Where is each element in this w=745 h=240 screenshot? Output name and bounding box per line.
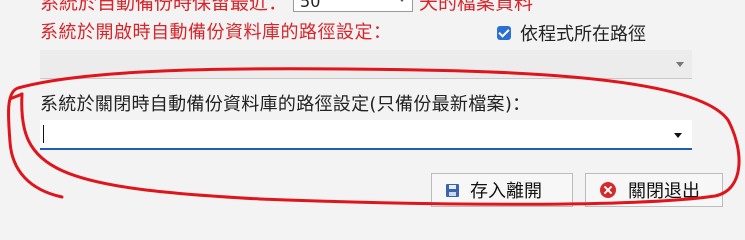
chevron-down-icon: [398, 0, 407, 2]
use-program-path-option[interactable]: 依程式所在路徑: [497, 20, 646, 46]
floppy-disk-icon: [446, 183, 459, 197]
close-backup-path-combobox[interactable]: [40, 120, 692, 150]
close-backup-path-label: 系統於關閉時自動備份資料庫的路徑設定(只備份最新檔案)：: [40, 94, 531, 115]
keep-days-value: 50: [300, 0, 321, 11]
close-circle-icon: [600, 182, 616, 198]
save-exit-button[interactable]: 存入離開: [431, 173, 573, 207]
save-exit-label: 存入離開: [470, 181, 542, 202]
open-backup-path-combobox[interactable]: [40, 50, 692, 79]
keep-days-row: 系統於自動備份時保留最近： 50 天的檔案資料: [40, 0, 533, 14]
close-exit-button[interactable]: 關閉退出: [585, 173, 723, 207]
use-program-path-label: 依程式所在路徑: [520, 24, 646, 45]
chevron-down-icon[interactable]: [676, 62, 684, 67]
keep-days-suffix: 天的檔案資料: [419, 0, 534, 14]
open-backup-path-label: 系統於開啟時自動備份資料庫的路徑設定：: [40, 22, 392, 43]
chevron-down-icon[interactable]: [674, 133, 682, 138]
checkbox-checked-icon[interactable]: [497, 26, 511, 40]
close-exit-label: 關閉退出: [628, 181, 700, 202]
keep-days-prefix: 系統於自動備份時保留最近：: [40, 0, 288, 14]
text-cursor: [43, 125, 44, 143]
keep-days-select[interactable]: 50: [293, 0, 414, 12]
